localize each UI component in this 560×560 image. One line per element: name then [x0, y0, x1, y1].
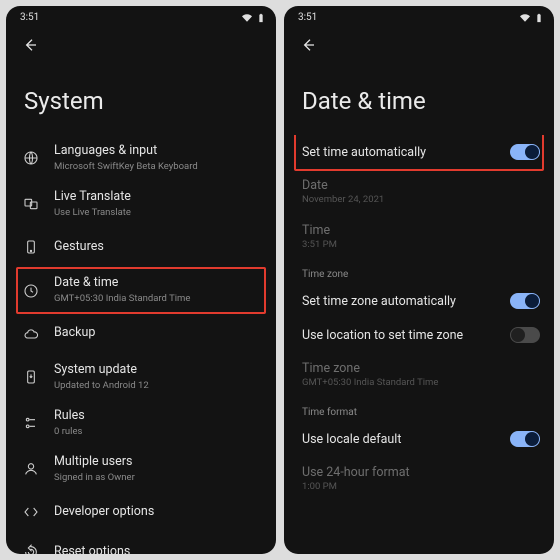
row-24-hour: Use 24-hour format 1:00 PM: [284, 456, 554, 501]
row-date: Date November 24, 2021: [284, 169, 554, 214]
row-label: Use locale default: [302, 432, 401, 447]
item-languages-input[interactable]: Languages & inputMicrosoft SwiftKey Beta…: [6, 135, 276, 181]
row-set-time-auto[interactable]: Set time automatically: [284, 135, 554, 169]
status-icons: [520, 13, 544, 23]
row-label: Date: [302, 178, 540, 193]
status-icons: [242, 13, 266, 23]
status-bar: 3:51: [284, 6, 554, 25]
row-value: 1:00 PM: [302, 481, 540, 492]
row-label: Time: [302, 223, 540, 238]
reset-icon: [22, 543, 40, 554]
code-icon: [22, 503, 40, 521]
row-label: Use location to set time zone: [302, 328, 463, 343]
item-rules[interactable]: Rules0 rules: [6, 400, 276, 446]
item-sub: Updated to Android 12: [54, 380, 262, 392]
section-time-zone: Time zone: [284, 259, 554, 284]
battery-icon: [256, 13, 266, 23]
item-sub: Signed in as Owner: [54, 472, 262, 484]
item-multiple-users[interactable]: Multiple usersSigned in as Owner: [6, 446, 276, 492]
item-sub: GMT+05:30 India Standard Time: [54, 293, 262, 305]
row-tz-location[interactable]: Use location to set time zone: [284, 318, 554, 352]
row-time-zone: Time zone GMT+05:30 India Standard Time: [284, 352, 554, 397]
wifi-icon: [242, 13, 252, 23]
row-value: November 24, 2021: [302, 194, 540, 205]
row-tz-auto[interactable]: Set time zone automatically: [284, 284, 554, 318]
wifi-icon: [520, 13, 530, 23]
back-arrow-icon: [22, 37, 38, 53]
item-label: System update: [54, 362, 262, 379]
item-label: Date & time: [54, 275, 262, 292]
item-label: Rules: [54, 408, 262, 425]
item-label: Multiple users: [54, 454, 262, 471]
row-time: Time 3:51 PM: [284, 214, 554, 259]
top-bar: [6, 25, 276, 59]
update-icon: [22, 368, 40, 386]
item-system-update[interactable]: System updateUpdated to Android 12: [6, 354, 276, 400]
status-bar: 3:51: [6, 6, 276, 25]
user-icon: [22, 460, 40, 478]
item-date-time[interactable]: Date & timeGMT+05:30 India Standard Time: [6, 267, 276, 313]
item-reset-options[interactable]: Reset options: [6, 532, 276, 554]
page-title: System: [6, 59, 276, 135]
item-gestures[interactable]: Gestures: [6, 227, 276, 267]
status-time: 3:51: [298, 12, 317, 23]
top-bar: [284, 25, 554, 59]
gestures-icon: [22, 238, 40, 256]
item-live-translate[interactable]: Live TranslateUse Live Translate: [6, 181, 276, 227]
row-label: Use 24-hour format: [302, 465, 540, 480]
item-sub: Use Live Translate: [54, 207, 262, 219]
row-value: GMT+05:30 India Standard Time: [302, 377, 540, 388]
battery-icon: [534, 13, 544, 23]
back-arrow-icon: [300, 37, 316, 53]
item-label: Backup: [54, 325, 262, 342]
item-label: Live Translate: [54, 189, 262, 206]
item-sub: Microsoft SwiftKey Beta Keyboard: [54, 161, 262, 173]
toggle-set-time-auto[interactable]: [510, 144, 540, 160]
settings-list: Languages & inputMicrosoft SwiftKey Beta…: [6, 135, 276, 554]
phone-system: 3:51 System Languages & inputMicrosoft S…: [6, 6, 276, 554]
item-label: Developer options: [54, 504, 262, 521]
item-label: Languages & input: [54, 143, 262, 160]
item-label: Reset options: [54, 544, 262, 554]
cloud-icon: [22, 325, 40, 343]
item-sub: 0 rules: [54, 426, 262, 438]
status-time: 3:51: [20, 12, 39, 23]
section-time-format: Time format: [284, 397, 554, 422]
rules-icon: [22, 414, 40, 432]
translate-icon: [22, 195, 40, 213]
row-label: Time zone: [302, 361, 540, 376]
row-value: 3:51 PM: [302, 239, 540, 250]
row-locale-default[interactable]: Use locale default: [284, 422, 554, 456]
item-label: Gestures: [54, 239, 262, 256]
row-label: Set time automatically: [302, 145, 426, 160]
phone-date-time: 3:51 Date & time Set time automatically …: [284, 6, 554, 554]
item-developer-options[interactable]: Developer options: [6, 492, 276, 532]
clock-icon: [22, 282, 40, 300]
toggle-tz-location[interactable]: [510, 327, 540, 343]
toggle-locale-default[interactable]: [510, 431, 540, 447]
row-label: Set time zone automatically: [302, 294, 456, 309]
globe-icon: [22, 149, 40, 167]
page-title: Date & time: [284, 59, 554, 135]
back-button[interactable]: [294, 31, 322, 59]
back-button[interactable]: [16, 31, 44, 59]
item-backup[interactable]: Backup: [6, 314, 276, 354]
toggle-tz-auto[interactable]: [510, 293, 540, 309]
settings-list: Set time automatically Date November 24,…: [284, 135, 554, 554]
